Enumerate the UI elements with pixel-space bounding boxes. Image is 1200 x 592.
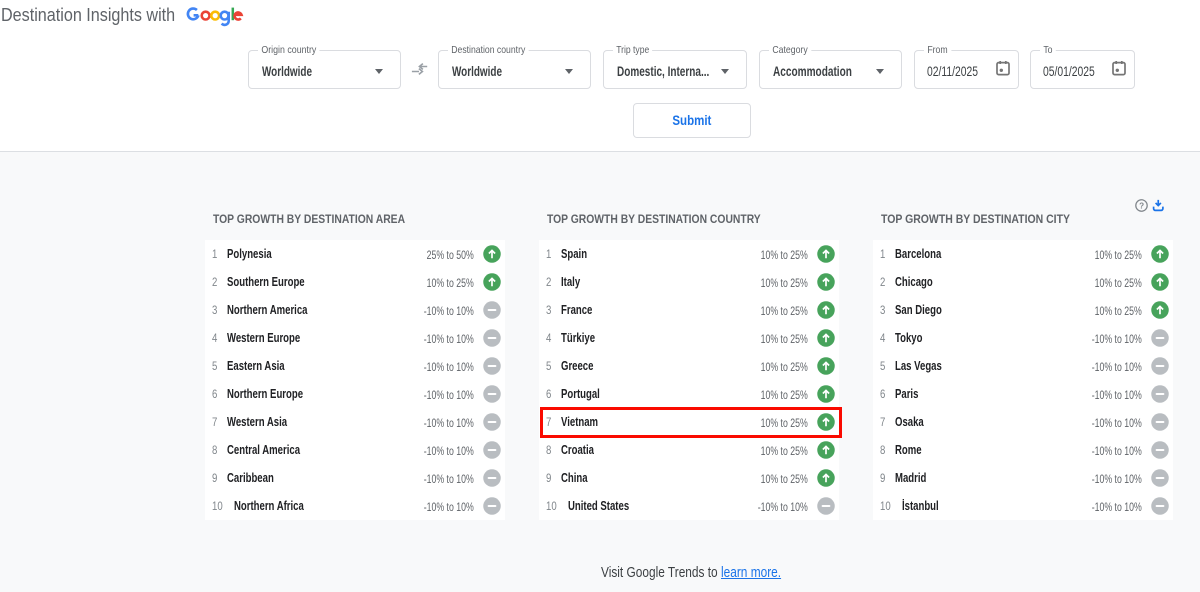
svg-text:?: ? <box>1139 201 1144 210</box>
